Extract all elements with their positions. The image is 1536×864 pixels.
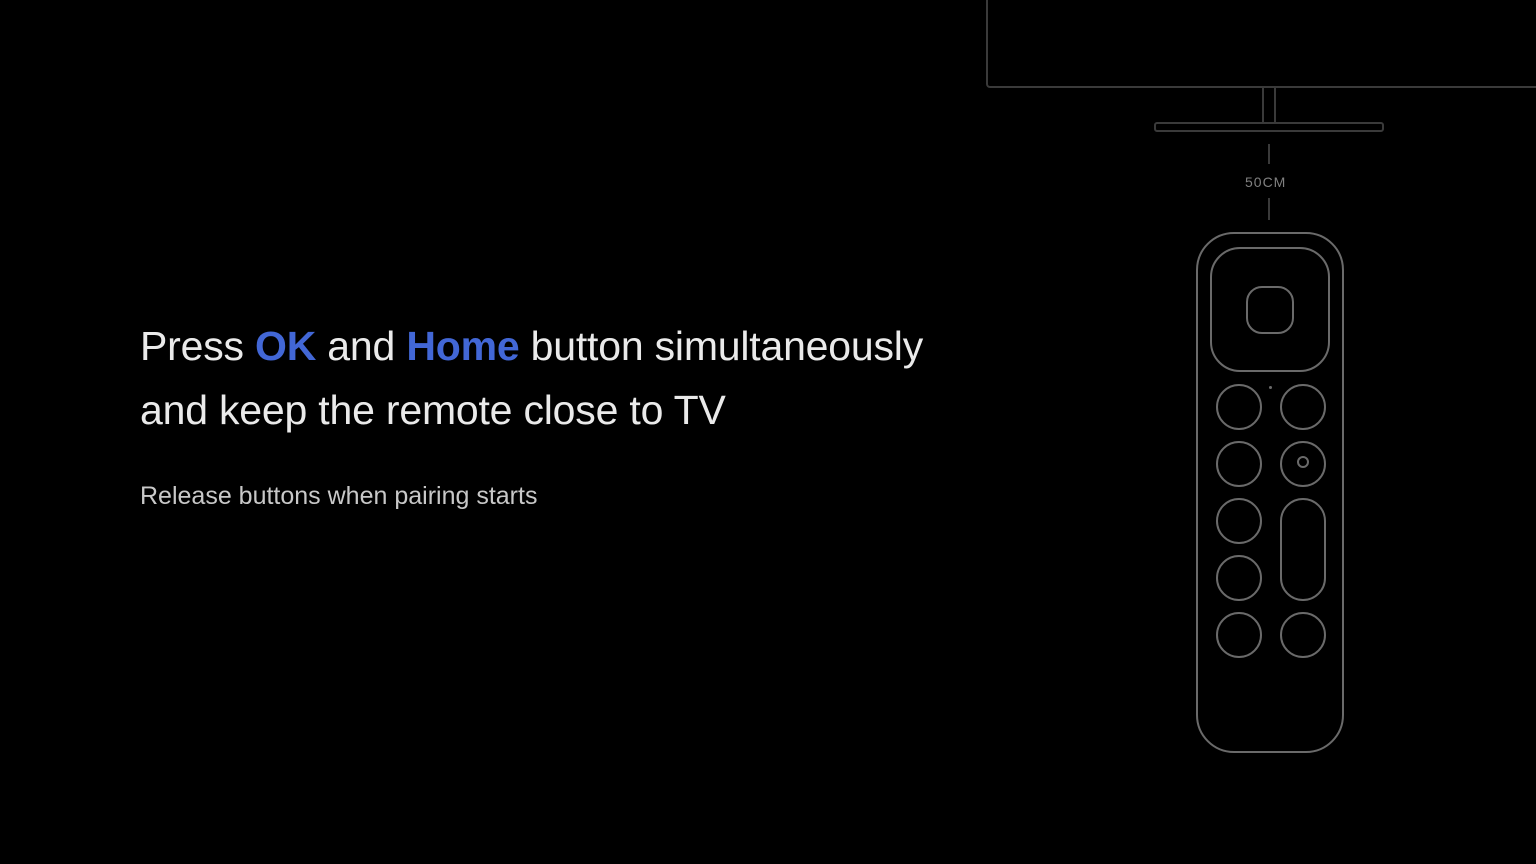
- remote-button-icon: [1280, 384, 1326, 430]
- remote-led-icon: [1269, 386, 1272, 389]
- tv-stand-base-icon: [1154, 122, 1384, 132]
- remote-button-icon: [1216, 555, 1262, 601]
- remote-button-icon: [1216, 441, 1262, 487]
- remote-ok-button-icon: [1246, 286, 1294, 334]
- tv-stand-neck-icon: [1262, 88, 1276, 124]
- ok-button-label: OK: [255, 323, 316, 369]
- home-button-label: Home: [406, 323, 519, 369]
- pairing-illustration: 50CM: [836, 0, 1536, 864]
- instruction-mid: and: [316, 323, 406, 369]
- remote-home-ring-icon: [1297, 456, 1309, 468]
- distance-line-icon: [1268, 144, 1270, 164]
- remote-button-icon: [1280, 612, 1326, 658]
- remote-volume-rocker-icon: [1280, 498, 1326, 601]
- instruction-prefix: Press: [140, 323, 255, 369]
- remote-control-icon: [1196, 232, 1344, 753]
- remote-button-icon: [1216, 384, 1262, 430]
- tv-frame-icon: [986, 0, 1536, 88]
- remote-button-icon: [1216, 612, 1262, 658]
- distance-label: 50CM: [1245, 174, 1286, 190]
- remote-button-icon: [1216, 498, 1262, 544]
- main-instruction: Press OK and Home button simultaneously …: [140, 315, 940, 442]
- instruction-text-block: Press OK and Home button simultaneously …: [140, 315, 940, 511]
- distance-line-icon: [1268, 198, 1270, 220]
- sub-instruction: Release buttons when pairing starts: [140, 482, 940, 511]
